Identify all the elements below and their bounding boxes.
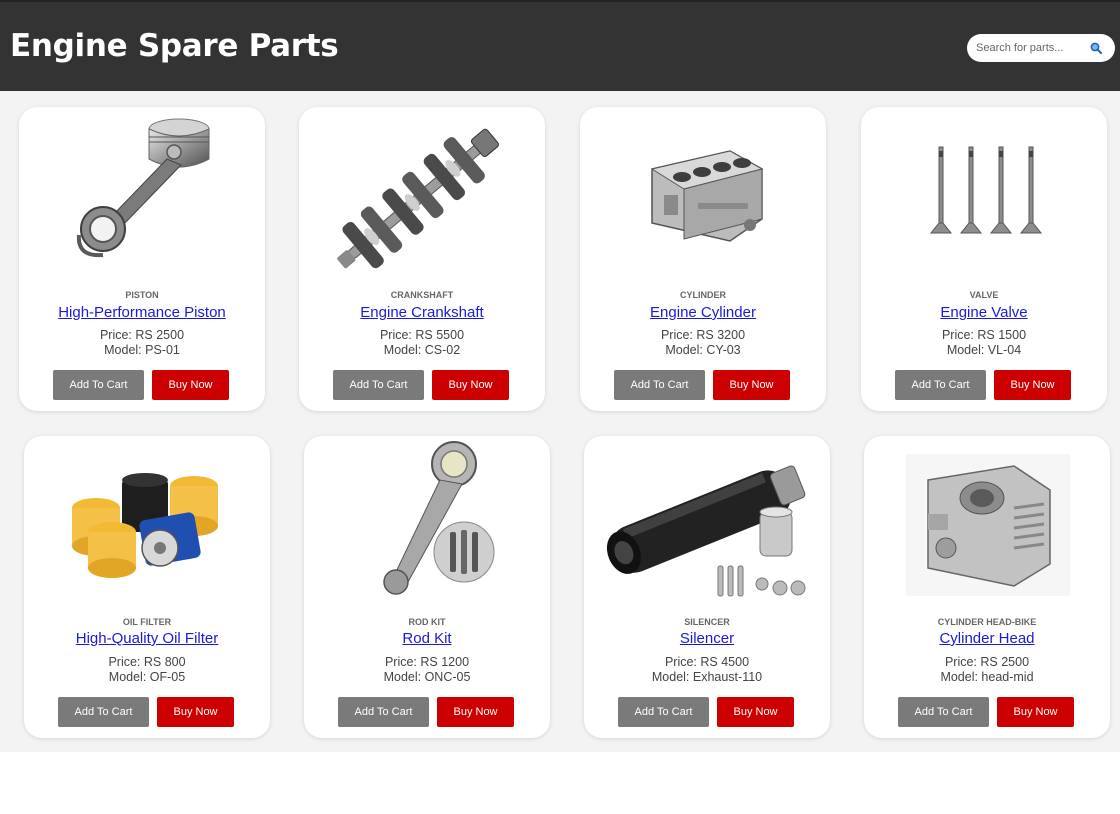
product-category: PISTON [125,290,159,300]
product-model: Model: ONC-05 [383,670,471,684]
search-box[interactable] [967,34,1115,62]
header-bar: Engine Spare Parts [0,0,1120,91]
product-name-link[interactable]: Rod Kit [304,630,550,647]
silencer-image [584,436,830,611]
buy-now-button[interactable]: Buy Now [157,697,234,727]
product-model: Model: VL-04 [946,343,1022,357]
product-model: Model: CS-02 [383,343,461,357]
page-title: Engine Spare Parts [10,28,339,64]
product-price: Price: RS 800 [108,655,186,669]
search-icon[interactable] [1089,41,1103,55]
product-category: SILENCER [684,617,730,627]
buy-now-button[interactable]: Buy Now [994,370,1071,400]
search-input[interactable] [976,40,1088,56]
product-model: Model: Exhaust-110 [651,670,763,684]
product-price: Price: RS 2500 [99,328,185,342]
product-name-link[interactable]: Silencer [584,630,830,647]
buy-now-button[interactable]: Buy Now [437,697,514,727]
buy-now-button[interactable]: Buy Now [997,697,1074,727]
cylinder-image [580,107,826,282]
buy-now-button[interactable]: Buy Now [717,697,794,727]
product-price: Price: RS 2500 [944,655,1030,669]
product-name-link[interactable]: Engine Cylinder [580,304,826,321]
product-price: Price: RS 1500 [941,328,1027,342]
product-price: Price: RS 1200 [384,655,470,669]
product-category: CYLINDER HEAD-BIKE [937,617,1037,627]
product-category: VALVE [969,290,999,300]
product-price: Price: RS 5500 [379,328,465,342]
product-category: CRANKSHAFT [390,290,454,300]
add-to-cart-button[interactable]: Add To Cart [614,370,705,400]
product-card: CYLINDER HEAD-BIKE Cylinder Head Price: … [864,436,1110,738]
product-category: OIL FILTER [122,617,172,627]
product-name-link[interactable]: High-Quality Oil Filter [24,630,270,647]
product-card: SILENCER Silencer Price: RS 4500 Model: … [584,436,830,738]
add-to-cart-button[interactable]: Add To Cart [338,697,429,727]
product-name-link[interactable]: Engine Valve [861,304,1107,321]
product-model: Model: PS-01 [104,343,180,357]
add-to-cart-button[interactable]: Add To Cart [53,370,144,400]
product-price: Price: RS 3200 [660,328,746,342]
add-to-cart-button[interactable]: Add To Cart [333,370,424,400]
product-category: CYLINDER [679,290,726,300]
cylinder-head-image [864,436,1110,611]
add-to-cart-button[interactable]: Add To Cart [58,697,149,727]
product-card: CYLINDER Engine Cylinder Price: RS 3200 … [580,107,826,411]
product-model: Model: CY-03 [665,343,741,357]
product-name-link[interactable]: Engine Crankshaft [299,304,545,321]
product-name-link[interactable]: Cylinder Head [864,630,1110,647]
oil-filter-image [24,436,270,611]
rod-kit-image [304,436,550,611]
add-to-cart-button[interactable]: Add To Cart [898,697,989,727]
valve-image [861,107,1107,282]
add-to-cart-button[interactable]: Add To Cart [895,370,986,400]
product-card: CRANKSHAFT Engine Crankshaft Price: RS 5… [299,107,545,411]
buy-now-button[interactable]: Buy Now [432,370,509,400]
add-to-cart-button[interactable]: Add To Cart [618,697,709,727]
buy-now-button[interactable]: Buy Now [713,370,790,400]
product-model: Model: head-mid [940,670,1034,684]
buy-now-button[interactable]: Buy Now [152,370,229,400]
crankshaft-image [299,107,545,282]
product-card: OIL FILTER High-Quality Oil Filter Price… [24,436,270,738]
product-grid: PISTON High-Performance Piston Price: RS… [0,91,1120,752]
product-name-link[interactable]: High-Performance Piston [19,304,265,321]
product-category: ROD KIT [408,617,446,627]
product-card: PISTON High-Performance Piston Price: RS… [19,107,265,411]
product-card: VALVE Engine Valve Price: RS 1500 Model:… [861,107,1107,411]
product-model: Model: OF-05 [108,670,186,684]
product-card: ROD KIT Rod Kit Price: RS 1200 Model: ON… [304,436,550,738]
product-price: Price: RS 4500 [664,655,750,669]
piston-image [19,107,265,282]
